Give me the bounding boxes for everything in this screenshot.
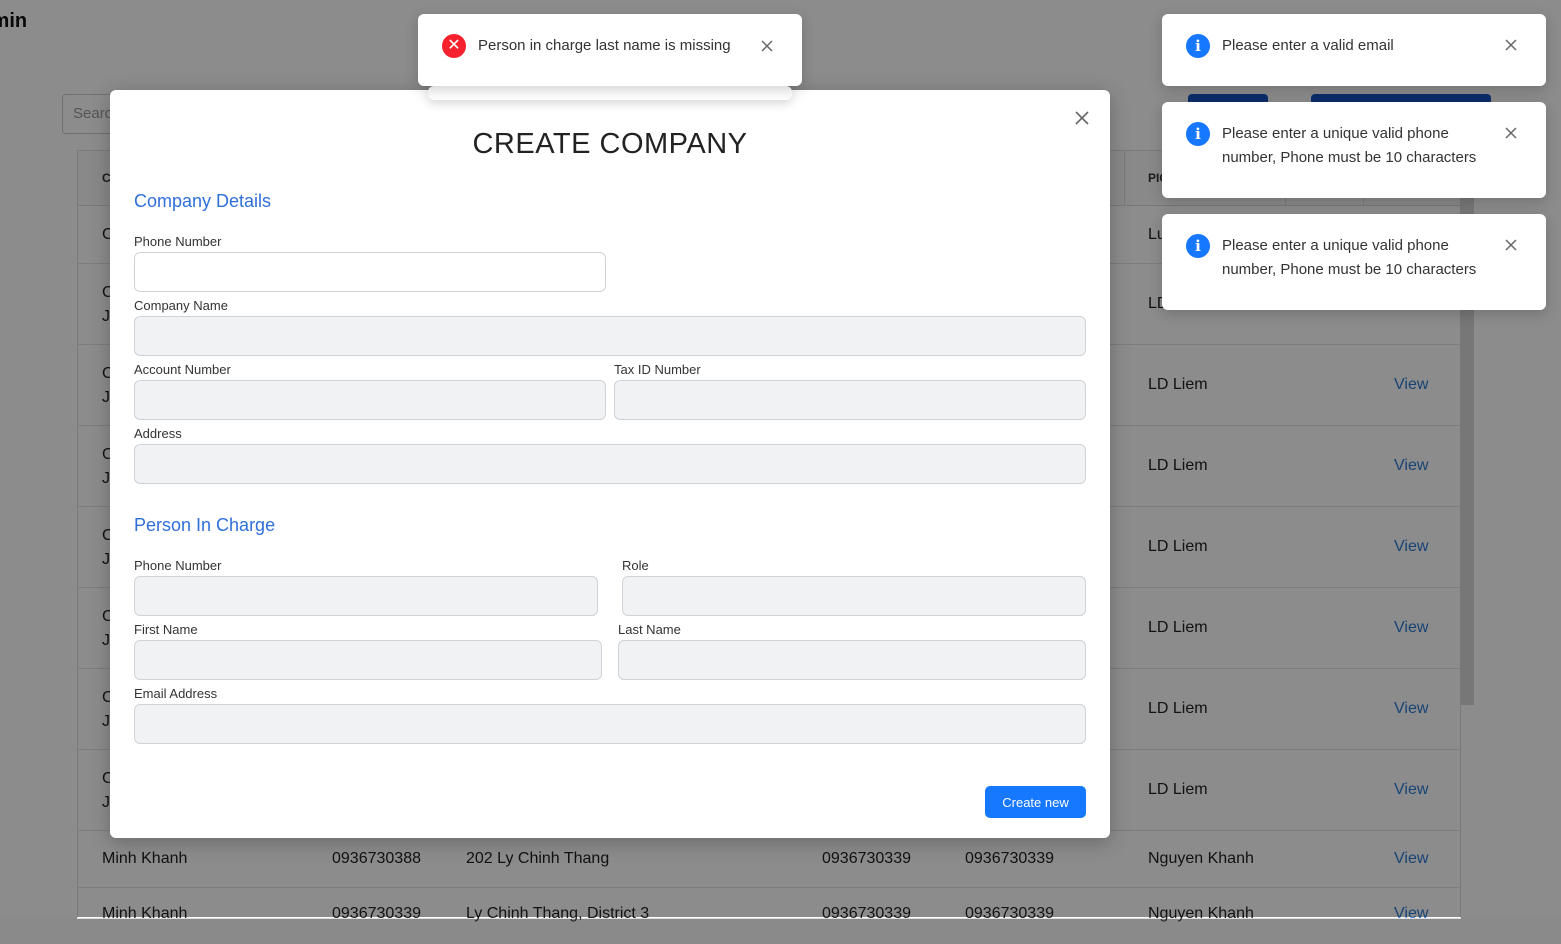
info-toast: i Please enter a unique valid phone numb… bbox=[1162, 102, 1546, 198]
stacked-toast-shadow bbox=[428, 86, 792, 100]
info-toast-message: Please enter a unique valid phone number… bbox=[1222, 125, 1477, 166]
info-toast-message: Please enter a valid email bbox=[1222, 37, 1394, 54]
create-new-button[interactable]: Create new bbox=[985, 786, 1086, 818]
tax-id-label: Tax ID Number bbox=[614, 362, 701, 377]
account-number-label: Account Number bbox=[134, 362, 231, 377]
person-in-charge-heading: Person In Charge bbox=[134, 515, 276, 535]
info-icon: i bbox=[1186, 234, 1210, 258]
last-name-label: Last Name bbox=[618, 622, 681, 637]
close-icon[interactable] bbox=[1503, 237, 1519, 253]
pic-phone-label: Phone Number bbox=[134, 558, 222, 573]
tax-id-input[interactable] bbox=[614, 380, 1086, 420]
info-toast: i Please enter a valid email bbox=[1162, 14, 1546, 86]
email-label: Email Address bbox=[134, 686, 218, 701]
email-input[interactable] bbox=[134, 704, 1086, 744]
info-toast: i Please enter a unique valid phone numb… bbox=[1162, 214, 1546, 310]
close-icon[interactable] bbox=[759, 38, 775, 54]
role-input[interactable] bbox=[622, 576, 1086, 616]
first-name-label: First Name bbox=[134, 622, 198, 637]
company-name-input[interactable] bbox=[134, 316, 1086, 356]
error-toast-message: Person in charge last name is missing bbox=[478, 37, 731, 54]
modal-close-icon[interactable] bbox=[1072, 108, 1092, 128]
last-name-input[interactable] bbox=[618, 640, 1086, 680]
close-icon[interactable] bbox=[1503, 125, 1519, 141]
close-icon[interactable] bbox=[1503, 37, 1519, 53]
error-toast: ✕ Person in charge last name is missing bbox=[418, 14, 802, 86]
address-label: Address bbox=[134, 426, 182, 441]
modal-title: CREATE COMPANY bbox=[472, 128, 748, 160]
error-x-icon: ✕ bbox=[442, 34, 466, 58]
info-toast-message: Please enter a unique valid phone number… bbox=[1222, 237, 1477, 278]
company-phone-input[interactable] bbox=[134, 252, 606, 292]
company-details-heading: Company Details bbox=[134, 191, 272, 211]
first-name-input[interactable] bbox=[134, 640, 602, 680]
company-phone-label: Phone Number bbox=[134, 234, 222, 249]
info-icon: i bbox=[1186, 34, 1210, 58]
role-label: Role bbox=[622, 558, 649, 573]
create-company-modal: CREATE COMPANY Company Details Phone Num… bbox=[110, 90, 1110, 838]
info-icon: i bbox=[1186, 122, 1210, 146]
account-number-input[interactable] bbox=[134, 380, 606, 420]
pic-phone-input[interactable] bbox=[134, 576, 598, 616]
company-name-label: Company Name bbox=[134, 298, 228, 313]
address-input[interactable] bbox=[134, 444, 1086, 484]
